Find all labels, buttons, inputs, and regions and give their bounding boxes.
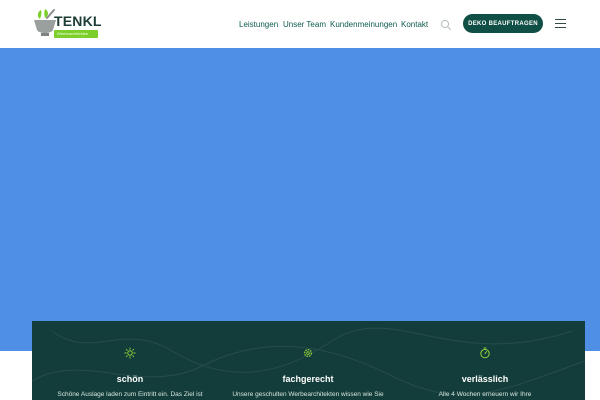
feature-title: verlässlich — [461, 374, 509, 384]
hamburger-line — [555, 22, 566, 25]
feature-schoen: schön Schöne Auslage laden zum Eintritt … — [38, 321, 222, 400]
gear-icon — [303, 348, 313, 358]
nav-link-kundenmeinungen[interactable]: Kundenmeinungen — [330, 20, 397, 29]
logo-wordmark: TENKL — [54, 13, 102, 29]
nav-link-leistungen[interactable]: Leistungen — [239, 20, 278, 29]
hamburger-menu-button[interactable] — [555, 19, 566, 28]
nav-link-unser-team[interactable]: Unser Team — [283, 20, 326, 29]
feature-title: schön — [116, 374, 144, 384]
feature-text: Alle 4 Wochen erneuern wir Ihre — [438, 391, 532, 398]
feature-fachgerecht: fachgerecht Unsere geschulten Werbearchi… — [216, 321, 400, 400]
hero-banner — [0, 48, 600, 351]
feature-text: Unsere geschulten Werbearchitekten wisse… — [232, 391, 384, 398]
hamburger-menu-icon — [555, 19, 566, 21]
search-button[interactable] — [440, 18, 452, 31]
deko-beauftragen-button[interactable]: DEKO BEAUFTRAGEN — [463, 14, 543, 33]
hamburger-line — [555, 26, 566, 28]
nav-link-kontakt[interactable]: Kontakt — [401, 20, 428, 29]
feature-verlaesslich: verlässlich Alle 4 Wochen erneuern wir I… — [393, 321, 577, 400]
site-header: TENKL Werbearchitekten Leistungen Unser … — [0, 0, 600, 48]
feature-text: Schöne Auslage laden zum Eintritt ein. D… — [57, 391, 203, 398]
sun-icon — [124, 347, 136, 359]
features-section: schön Schöne Auslage laden zum Eintritt … — [32, 321, 585, 400]
stopwatch-icon — [480, 347, 490, 359]
logo[interactable]: TENKL Werbearchitekten — [32, 8, 101, 40]
feature-title: fachgerecht — [282, 374, 334, 384]
search-icon — [440, 19, 452, 31]
logo-tagline: Werbearchitekten — [57, 31, 89, 36]
